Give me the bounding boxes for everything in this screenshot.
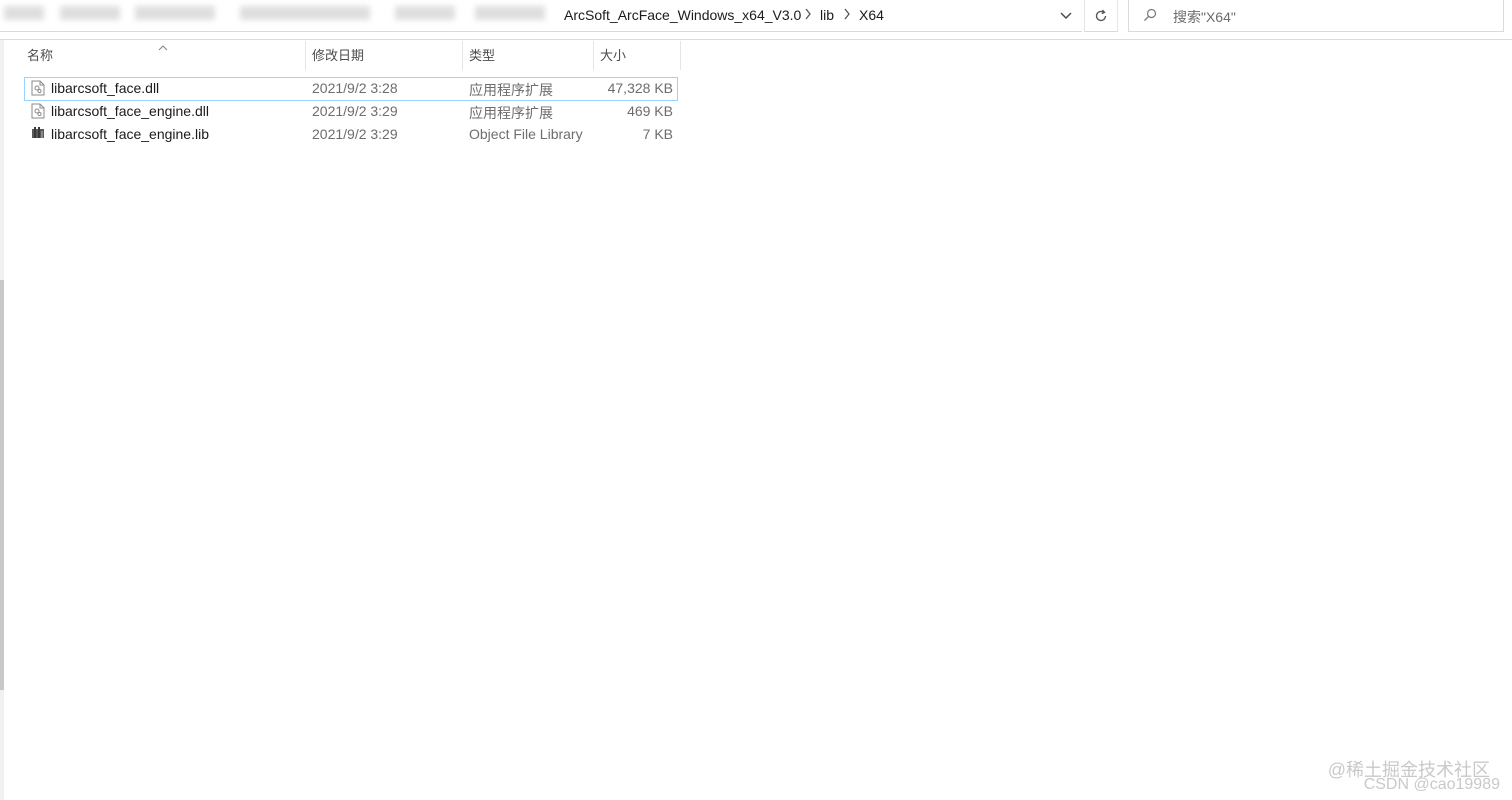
column-divider[interactable] (593, 41, 594, 70)
redacted-path-segment (60, 6, 120, 20)
file-size: 7 KB (642, 126, 673, 142)
file-row[interactable]: libarcsoft_face_engine.lib 2021/9/2 3:29… (24, 124, 676, 146)
redacted-path-segment (240, 6, 370, 20)
breadcrumb-x64[interactable]: X64 (859, 7, 884, 23)
dll-file-icon (31, 103, 45, 122)
column-header-size[interactable]: 大小 (600, 41, 626, 70)
column-divider[interactable] (680, 41, 681, 70)
file-name: libarcsoft_face.dll (51, 80, 160, 96)
file-size: 469 KB (627, 103, 673, 119)
redacted-path-segment (395, 6, 455, 20)
sort-ascending-icon (158, 38, 168, 56)
address-history-dropdown[interactable] (1052, 2, 1080, 30)
chevron-right-icon[interactable] (804, 8, 812, 23)
refresh-icon (1095, 9, 1107, 21)
navigation-pane-scrollbar[interactable] (0, 280, 4, 690)
search-icon (1144, 8, 1157, 21)
column-divider[interactable] (305, 41, 306, 70)
redacted-path-segment (475, 6, 545, 20)
lib-file-icon (31, 126, 45, 143)
breadcrumb-arcsoft[interactable]: ArcSoft_ArcFace_Windows_x64_V3.0 (564, 7, 801, 23)
file-type: 应用程序扩展 (469, 105, 553, 121)
file-modified: 2021/9/2 3:29 (312, 126, 398, 142)
column-header-modified[interactable]: 修改日期 (312, 41, 364, 70)
column-header-name[interactable]: 名称 (27, 41, 53, 70)
search-input[interactable]: 搜索"X64" (1173, 7, 1236, 27)
search-box[interactable]: 搜索"X64" (1128, 0, 1504, 32)
file-type: 应用程序扩展 (469, 82, 553, 98)
file-modified: 2021/9/2 3:28 (312, 80, 398, 96)
file-modified: 2021/9/2 3:29 (312, 103, 398, 119)
file-name: libarcsoft_face_engine.lib (51, 126, 209, 142)
chevron-down-icon (1060, 12, 1072, 19)
watermark-csdn: CSDN @cao19989 (1363, 776, 1500, 793)
column-divider[interactable] (462, 41, 463, 70)
refresh-button[interactable] (1084, 0, 1118, 32)
divider (0, 39, 1512, 40)
file-name: libarcsoft_face_engine.dll (51, 103, 209, 119)
redacted-path-segment (135, 6, 215, 20)
redacted-path-segment (4, 6, 44, 20)
chevron-right-icon[interactable] (843, 8, 851, 23)
address-bar[interactable]: ArcSoft_ArcFace_Windows_x64_V3.0 lib X64 (0, 0, 1082, 32)
file-row[interactable]: libarcsoft_face_engine.dll 2021/9/2 3:29… (24, 101, 676, 123)
breadcrumb-lib[interactable]: lib (820, 7, 834, 23)
column-header-type[interactable]: 类型 (469, 41, 495, 70)
file-row[interactable]: libarcsoft_face.dll 2021/9/2 3:28 应用程序扩展… (24, 77, 678, 101)
file-size: 47,328 KB (607, 80, 673, 96)
dll-file-icon (31, 80, 45, 99)
